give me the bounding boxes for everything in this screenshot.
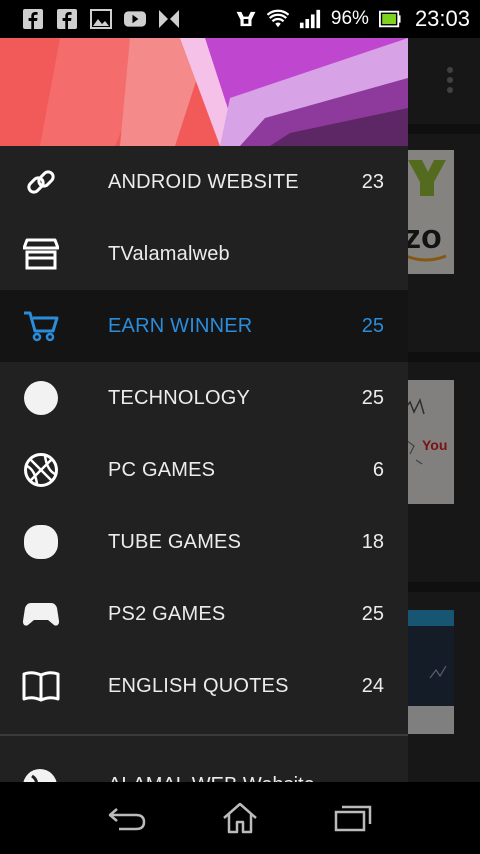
image-icon — [90, 8, 112, 30]
drawer-item-count: 6 — [372, 458, 384, 481]
recent-apps-icon — [335, 805, 372, 832]
drawer-item-english-quotes[interactable]: ENGLISH QUOTES 24 — [0, 650, 408, 722]
recent-apps-button[interactable] — [329, 798, 377, 838]
drawer-item-label: TValamalweb — [108, 242, 230, 265]
drawer-menu: ANDROID WEBSITE 23 TValamalweb EARN WINN… — [0, 146, 408, 722]
drawer-item-earn-winner[interactable]: EARN WINNER 25 — [0, 290, 408, 362]
battery-percent: 96% — [330, 8, 369, 29]
blob-icon — [22, 524, 60, 560]
drawer-item-count: 18 — [361, 530, 384, 553]
system-navigation-bar — [0, 782, 480, 854]
drawer-item-label: ENGLISH QUOTES — [108, 674, 289, 697]
book-icon — [22, 668, 60, 704]
basketball-icon — [22, 452, 60, 488]
store-icon — [22, 236, 60, 272]
clock: 23:03 — [414, 6, 470, 31]
drawer-item-technology[interactable]: TECHNOLOGY 25 — [0, 362, 408, 434]
drawer-item-label: ALAMAL WEB Website — [108, 774, 315, 782]
battery-icon — [378, 8, 401, 30]
cart-icon — [22, 308, 60, 344]
drawer-item-count: 25 — [361, 314, 384, 337]
link-icon — [22, 164, 60, 200]
drawer-divider — [0, 734, 408, 736]
bowtie-icon — [158, 8, 180, 30]
navigation-drawer: ANDROID WEBSITE 23 TValamalweb EARN WINN… — [0, 38, 408, 782]
back-button[interactable] — [103, 798, 151, 838]
drawer-item-label: ANDROID WEBSITE — [108, 170, 299, 193]
drawer-item-android-website[interactable]: ANDROID WEBSITE 23 — [0, 146, 408, 218]
wifi-icon — [266, 8, 289, 30]
facebook-icon — [22, 8, 44, 30]
notification-icons — [0, 8, 180, 30]
bluetooth-badge-icon — [235, 8, 257, 30]
drawer-item-count: 23 — [361, 170, 384, 193]
drawer-item-label: EARN WINNER — [108, 314, 253, 337]
drawer-item-pc-games[interactable]: PC GAMES 6 — [0, 434, 408, 506]
gamepad-icon — [22, 596, 60, 632]
drawer-item-label: TECHNOLOGY — [108, 386, 251, 409]
back-icon — [108, 808, 145, 831]
globe-icon — [22, 768, 60, 782]
drawer-item-label: PC GAMES — [108, 458, 216, 481]
drawer-item-tube-games[interactable]: TUBE GAMES 18 — [0, 506, 408, 578]
status-bar: 96% 23:03 — [0, 0, 480, 38]
drawer-item-count: 24 — [361, 674, 384, 697]
drawer-header-image — [0, 38, 408, 146]
youtube-icon — [124, 8, 146, 30]
drawer-item-label: PS2 GAMES — [108, 602, 226, 625]
circle-icon — [22, 380, 60, 416]
drawer-item-count: 25 — [361, 386, 384, 409]
drawer-item-ps2-games[interactable]: PS2 GAMES 25 — [0, 578, 408, 650]
drawer-item-label: TUBE GAMES — [108, 530, 242, 553]
drawer-item-alamal-web-website[interactable]: ALAMAL WEB Website — [0, 760, 408, 782]
drawer-item-count: 25 — [361, 602, 384, 625]
home-icon — [223, 802, 257, 834]
facebook-icon — [56, 8, 78, 30]
scrim[interactable] — [408, 38, 480, 782]
home-button[interactable] — [216, 798, 264, 838]
signal-icon — [299, 8, 321, 30]
drawer-item-tvalamalweb[interactable]: TValamalweb — [0, 218, 408, 290]
